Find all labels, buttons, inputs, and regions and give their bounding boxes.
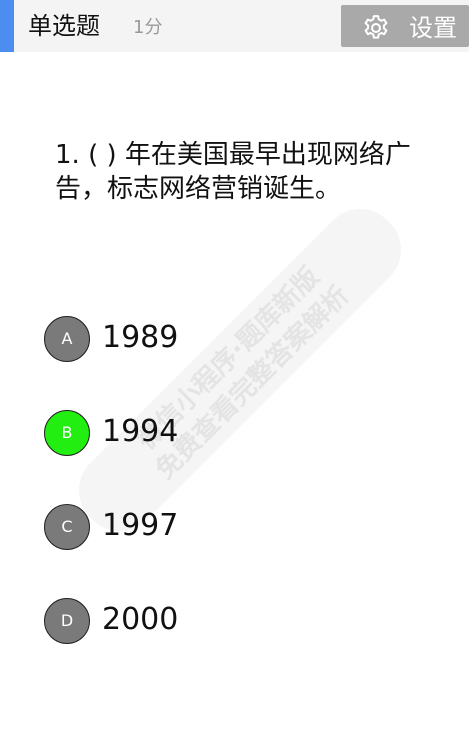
header-bar: 单选题 1分 设置 — [0, 0, 469, 52]
settings-label: 设置 — [409, 14, 457, 42]
question-type-label: 单选题 — [28, 12, 100, 40]
score-label: 1分 — [133, 17, 163, 38]
option-a-text: 1989 — [102, 320, 179, 355]
settings-button[interactable]: 设置 — [341, 5, 469, 47]
option-d-text: 2000 — [102, 602, 179, 637]
gear-icon — [364, 15, 388, 39]
option-a-badge: A — [44, 316, 90, 362]
watermark: 微信小程序·题库新版 免费查看完整答案解析 — [78, 208, 402, 532]
option-b-text: 1994 — [102, 414, 179, 449]
question-text: 1. ( ) 年在美国最早出现网络广告，标志网络营销诞生。 — [55, 140, 411, 204]
option-c[interactable]: C 1997 — [44, 504, 344, 552]
option-b-badge: B — [44, 410, 90, 456]
option-d[interactable]: D 2000 — [44, 598, 344, 646]
option-a[interactable]: A 1989 — [44, 316, 344, 364]
option-c-badge: C — [44, 504, 90, 550]
option-c-text: 1997 — [102, 508, 179, 543]
accent-bar — [0, 0, 14, 52]
option-d-badge: D — [44, 598, 90, 644]
option-b[interactable]: B 1994 — [44, 410, 344, 458]
